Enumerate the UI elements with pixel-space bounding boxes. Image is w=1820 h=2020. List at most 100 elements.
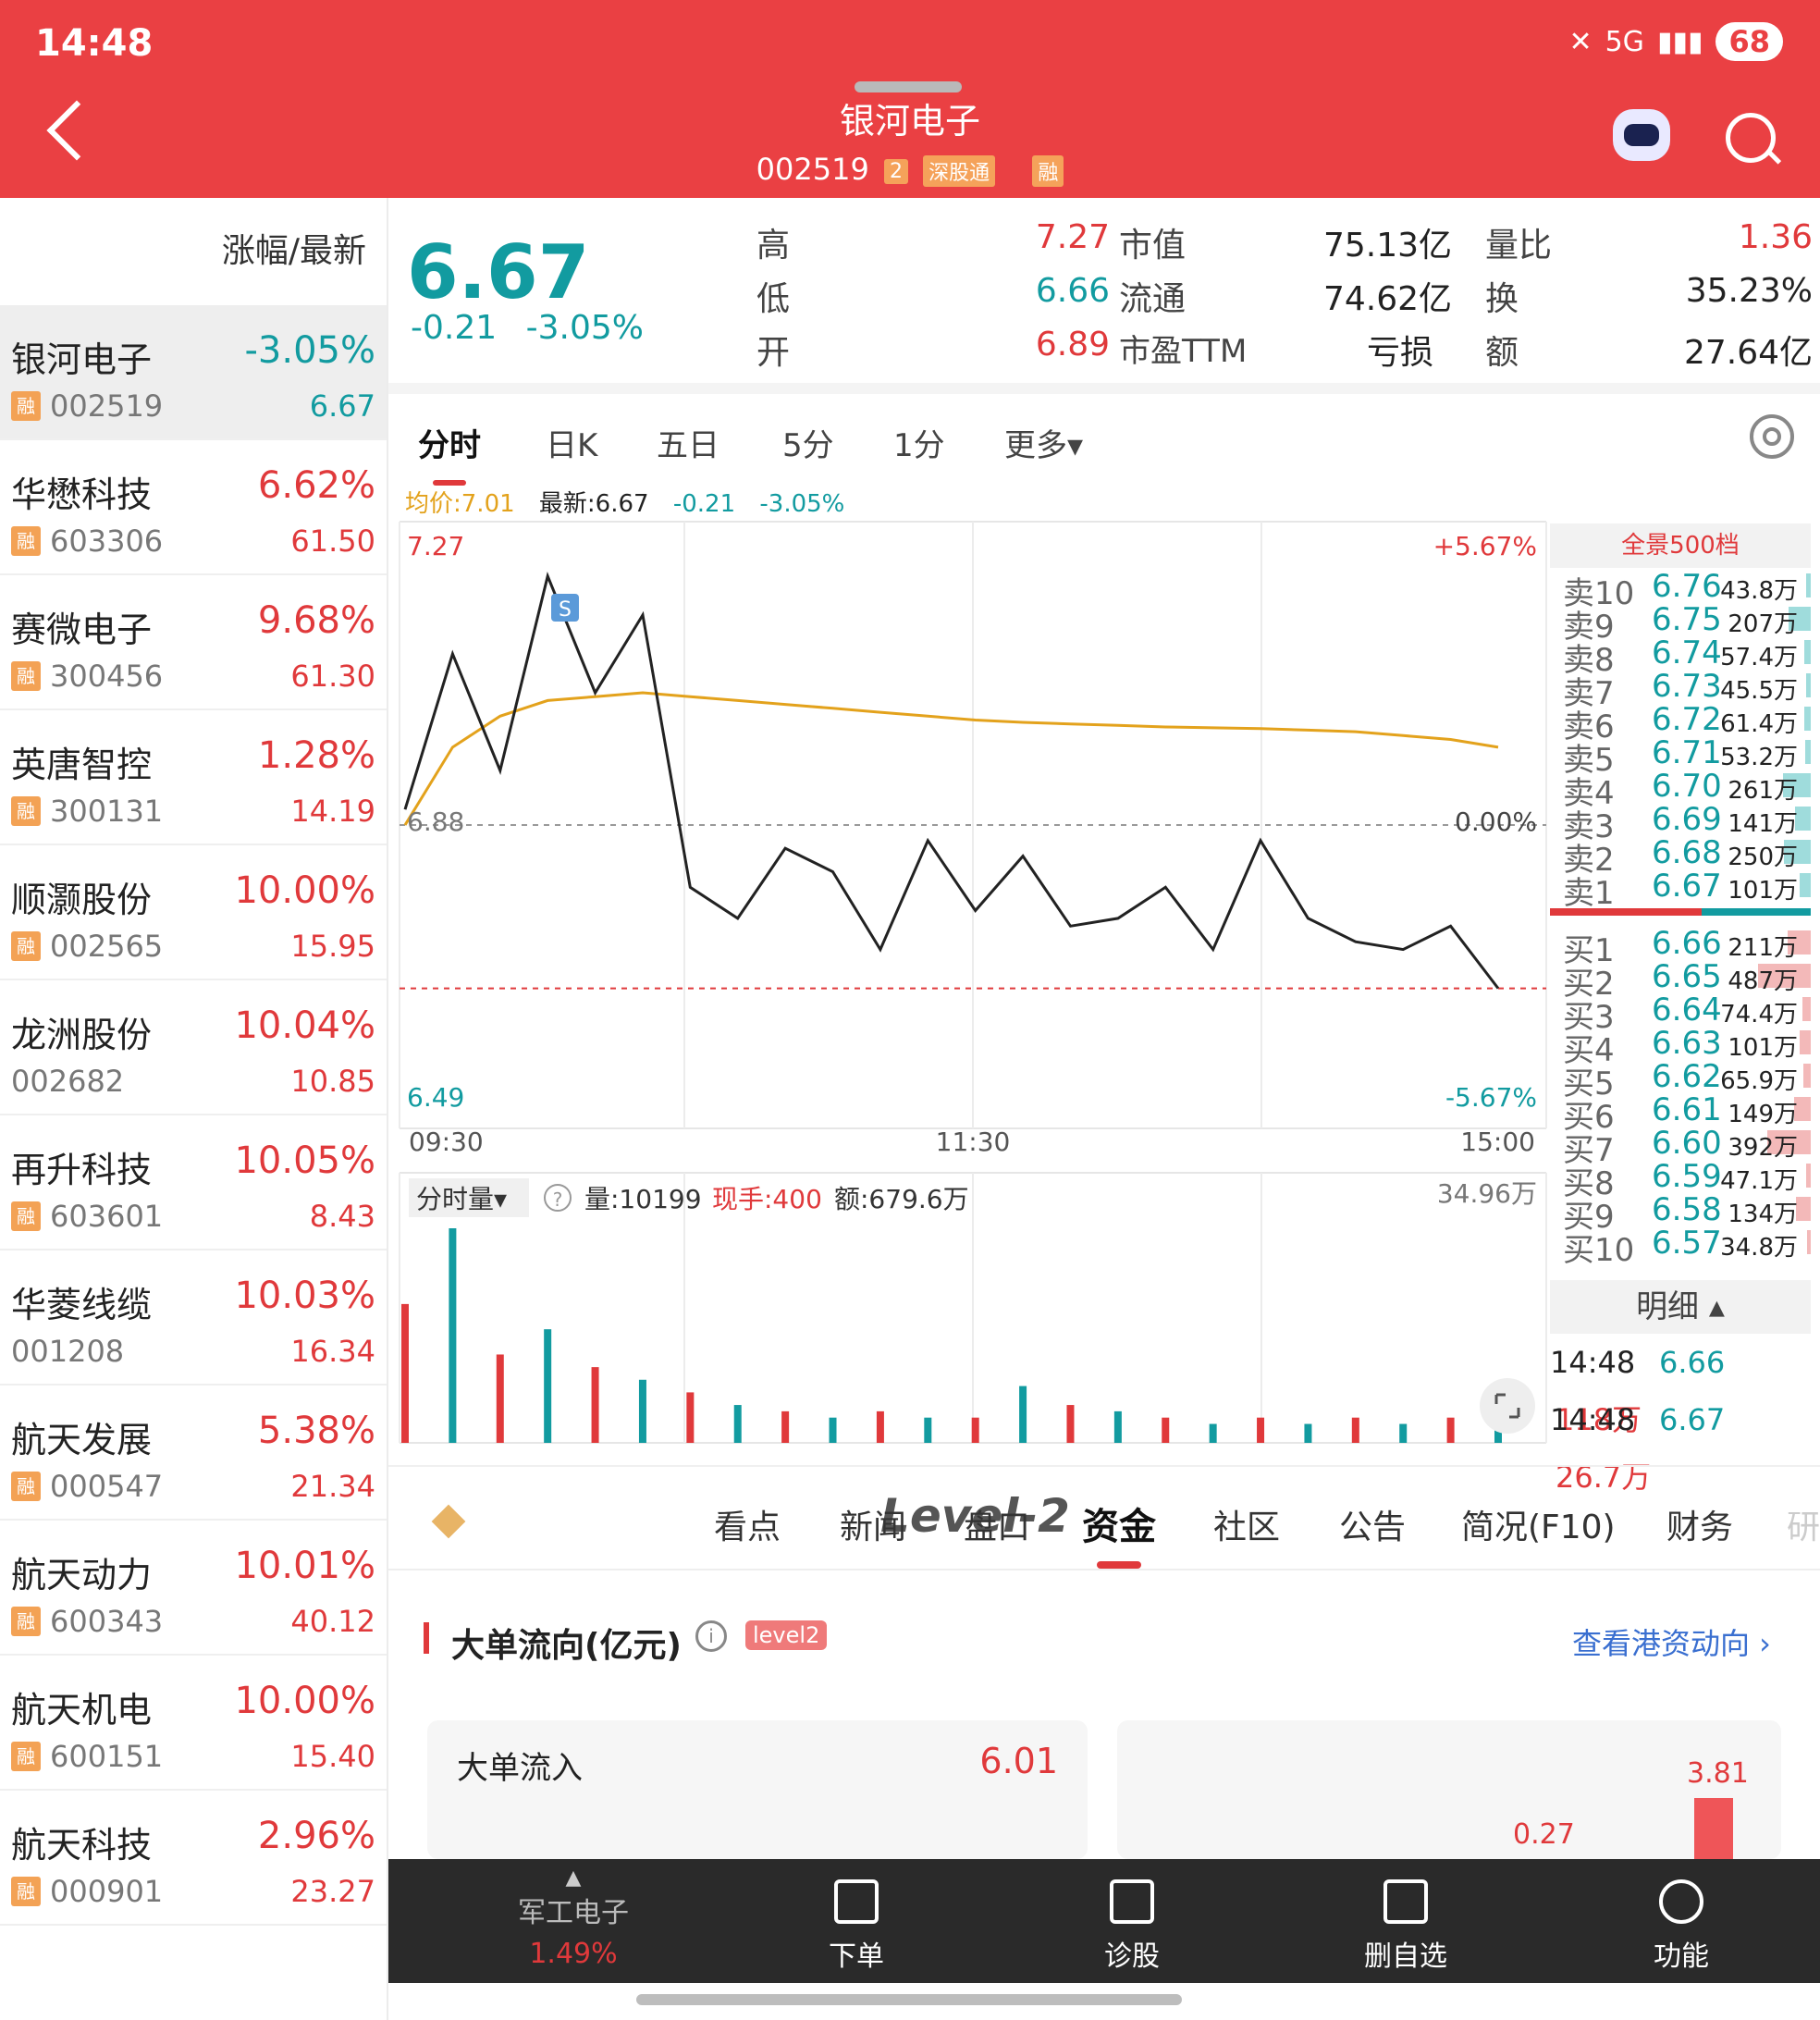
tab-highlights[interactable]: 看点 [714,1500,781,1548]
watchlist-row[interactable]: 航天发展 5.38% 融 000547 21.34 [0,1386,387,1521]
quote-panel: 6.67 -0.21 -3.05% 高 7.27 低 6.66 开 6.89 市… [388,198,1820,383]
stock-percent: 10.03% [234,1275,375,1317]
watchlist-row[interactable]: 航天科技 2.96% 融 000901 23.27 [0,1791,387,1926]
bid-row[interactable]: 买2 6.65 487万 [1550,958,1811,1003]
sector-button[interactable]: ▲ 军工电子 1.49% [481,1866,666,1970]
latest-percent: -3.05% [759,490,845,518]
diagnose-icon [1110,1879,1154,1924]
watchlist-rows: 银河电子 -3.05% 融 002519 6.67 华懋科技 6.62% 融 603306 61.… [0,305,387,1926]
tab-1min[interactable]: 1分 [893,420,945,465]
ask-row[interactable]: 卖3 6.69 141万 [1550,801,1811,845]
tab-f10-profile[interactable]: 简况(F10) [1461,1500,1616,1548]
order-label: 下单 [829,1940,884,1973]
stock-name: 航天机电 [11,1690,153,1731]
stock-price: 8.43 [309,1199,375,1234]
ask-row[interactable]: 卖9 6.75 207万 [1550,601,1811,646]
time-start-label: 09:30 [409,1127,484,1157]
search-icon[interactable] [1726,113,1776,163]
ask-row[interactable]: 卖8 6.74 57.4万 [1550,634,1811,679]
watchlist-sort-header[interactable]: 涨幅/最新 [0,198,387,305]
bid-row[interactable]: 买5 6.62 65.9万 [1550,1058,1811,1102]
watchlist-row[interactable]: 再升科技 10.05% 融 603601 8.43 [0,1115,387,1250]
time-mid-label: 11:30 [936,1127,1011,1157]
watchlist-row[interactable]: 赛微电子 9.68% 融 300456 61.30 [0,575,387,710]
volume-selector[interactable]: 分时量▾ [416,1184,507,1214]
stock-price: 16.34 [290,1334,375,1369]
ask-row[interactable]: 卖7 6.73 45.5万 [1550,668,1811,712]
watchlist-panel: 涨幅/最新 银河电子 -3.05% 融 002519 6.67 华懋科技 6.62% 融 603… [0,198,388,2020]
home-indicator [636,1994,1182,2005]
ask-row[interactable]: 卖10 6.76 43.8万 [1550,568,1811,612]
stock-price: 10.85 [290,1064,375,1099]
volume-bar [1446,1417,1455,1443]
trade-detail-row: 14:48 6.66118万 [1550,1334,1811,1437]
ask-row[interactable]: 卖1 6.67 101万 [1550,868,1811,912]
tab-daily-k[interactable]: 日K [546,420,597,465]
order-book-header[interactable]: 全景500档 [1550,523,1811,568]
bid-row[interactable]: 买8 6.59 47.1万 [1550,1158,1811,1202]
stock-name: 银河电子 [11,339,153,380]
tab-news[interactable]: 新闻 [840,1500,906,1548]
bid-row[interactable]: 买6 6.61 149万 [1550,1091,1811,1136]
tab-financials[interactable]: 财务 [1666,1500,1733,1548]
watchlist-row[interactable]: 航天动力 10.01% 融 600343 40.12 [0,1521,387,1656]
minus-square-icon [1383,1879,1428,1924]
ask-row[interactable]: 卖6 6.72 61.4万 [1550,701,1811,745]
chevron-up-icon: ▲ [565,1866,582,1890]
level-price: 6.66 [1652,925,1722,962]
order-button[interactable]: 下单 [764,1874,949,1974]
tab-more[interactable]: 更多▾ [1004,420,1083,465]
tab-intraday[interactable]: 分时 [418,420,481,486]
tab-announcements[interactable]: 公告 [1339,1500,1406,1548]
ask-row[interactable]: 卖5 6.71 53.2万 [1550,734,1811,779]
level-price: 6.75 [1652,601,1722,638]
bid-row[interactable]: 买10 6.57 34.8万 [1550,1225,1811,1269]
trade-detail-toggle[interactable]: 明细 ▴ [1550,1280,1811,1334]
watchlist-row[interactable]: 华菱线缆 10.03% 001208 16.34 [0,1250,387,1386]
stock-code-line: 融 000547 [11,1469,163,1504]
bid-row[interactable]: 买1 6.66 211万 [1550,925,1811,969]
bid-row[interactable]: 买9 6.58 134万 [1550,1191,1811,1236]
tab-community[interactable]: 社区 [1213,1500,1280,1548]
assistant-robot-icon[interactable] [1613,109,1670,161]
tab-order-panel[interactable]: 盘口 [964,1500,1030,1548]
watchlist-row[interactable]: 航天机电 10.00% 融 600151 15.40 [0,1656,387,1791]
intraday-chart[interactable]: 7.27 +5.67% 6.88 0.00% 6.49 -5.67% 09:30… [388,518,1548,1448]
trade-time: 14:48 [1550,1345,1636,1380]
watchlist-row[interactable]: 华懋科技 6.62% 融 603306 61.50 [0,440,387,575]
tab-five-day[interactable]: 五日 [657,420,719,465]
stock-name: 华菱线缆 [11,1285,153,1325]
stock-percent: 10.00% [234,1680,375,1722]
fund-flow-title: 大单流向(亿元) [451,1627,682,1665]
bid-row[interactable]: 买7 6.60 392万 [1550,1125,1811,1169]
stock-code: 002519 [50,388,164,424]
bid-row[interactable]: 买4 6.63 101万 [1550,1025,1811,1069]
function-button[interactable]: 功能 [1589,1874,1774,1974]
watchlist-row[interactable]: 龙洲股份 10.04% 002682 10.85 [0,980,387,1115]
app-header: 14:48 ✕ 5G ▮▮▮ 68 银河电子 002519 2 深股通 融 [0,0,1820,198]
ask-row[interactable]: 卖2 6.68 250万 [1550,834,1811,879]
info-icon[interactable]: i [695,1620,727,1652]
watchlist-row[interactable]: 银河电子 -3.05% 融 002519 6.67 [0,305,387,440]
ask-row[interactable]: 卖4 6.70 261万 [1550,768,1811,812]
watchlist-row[interactable]: 顺灏股份 10.00% 融 002565 15.95 [0,845,387,980]
fullscreen-icon[interactable] [1480,1378,1535,1434]
hk-capital-link[interactable]: 查看港资动向 › [1572,1620,1771,1663]
remove-watchlist-button[interactable]: 删自选 [1313,1874,1498,1974]
tab-capital[interactable]: 资金 [1082,1497,1156,1569]
stock-name: 航天发展 [11,1420,153,1460]
menu-circle-icon [1659,1879,1703,1924]
tab-5min[interactable]: 5分 [782,420,834,465]
stock-percent: 5.38% [257,1410,375,1452]
stock-price: 40.12 [290,1604,375,1639]
order-book: 全景500档 卖10 6.76 43.8万 卖9 6.75 207万 卖8 6.74 57.4万… [1550,523,1811,1495]
stock-code: 600151 [50,1739,164,1774]
help-icon-label: ? [553,1189,563,1211]
watchlist-row[interactable]: 英唐智控 1.28% 融 300131 14.19 [0,710,387,845]
remove-label: 删自选 [1364,1940,1447,1973]
diagnose-label: 诊股 [1104,1940,1160,1973]
chart-settings-icon[interactable] [1750,414,1794,459]
bid-row[interactable]: 买3 6.64 74.4万 [1550,992,1811,1036]
tab-research[interactable]: 研 [1787,1500,1820,1548]
diagnose-button[interactable]: 诊股 [1039,1874,1224,1974]
